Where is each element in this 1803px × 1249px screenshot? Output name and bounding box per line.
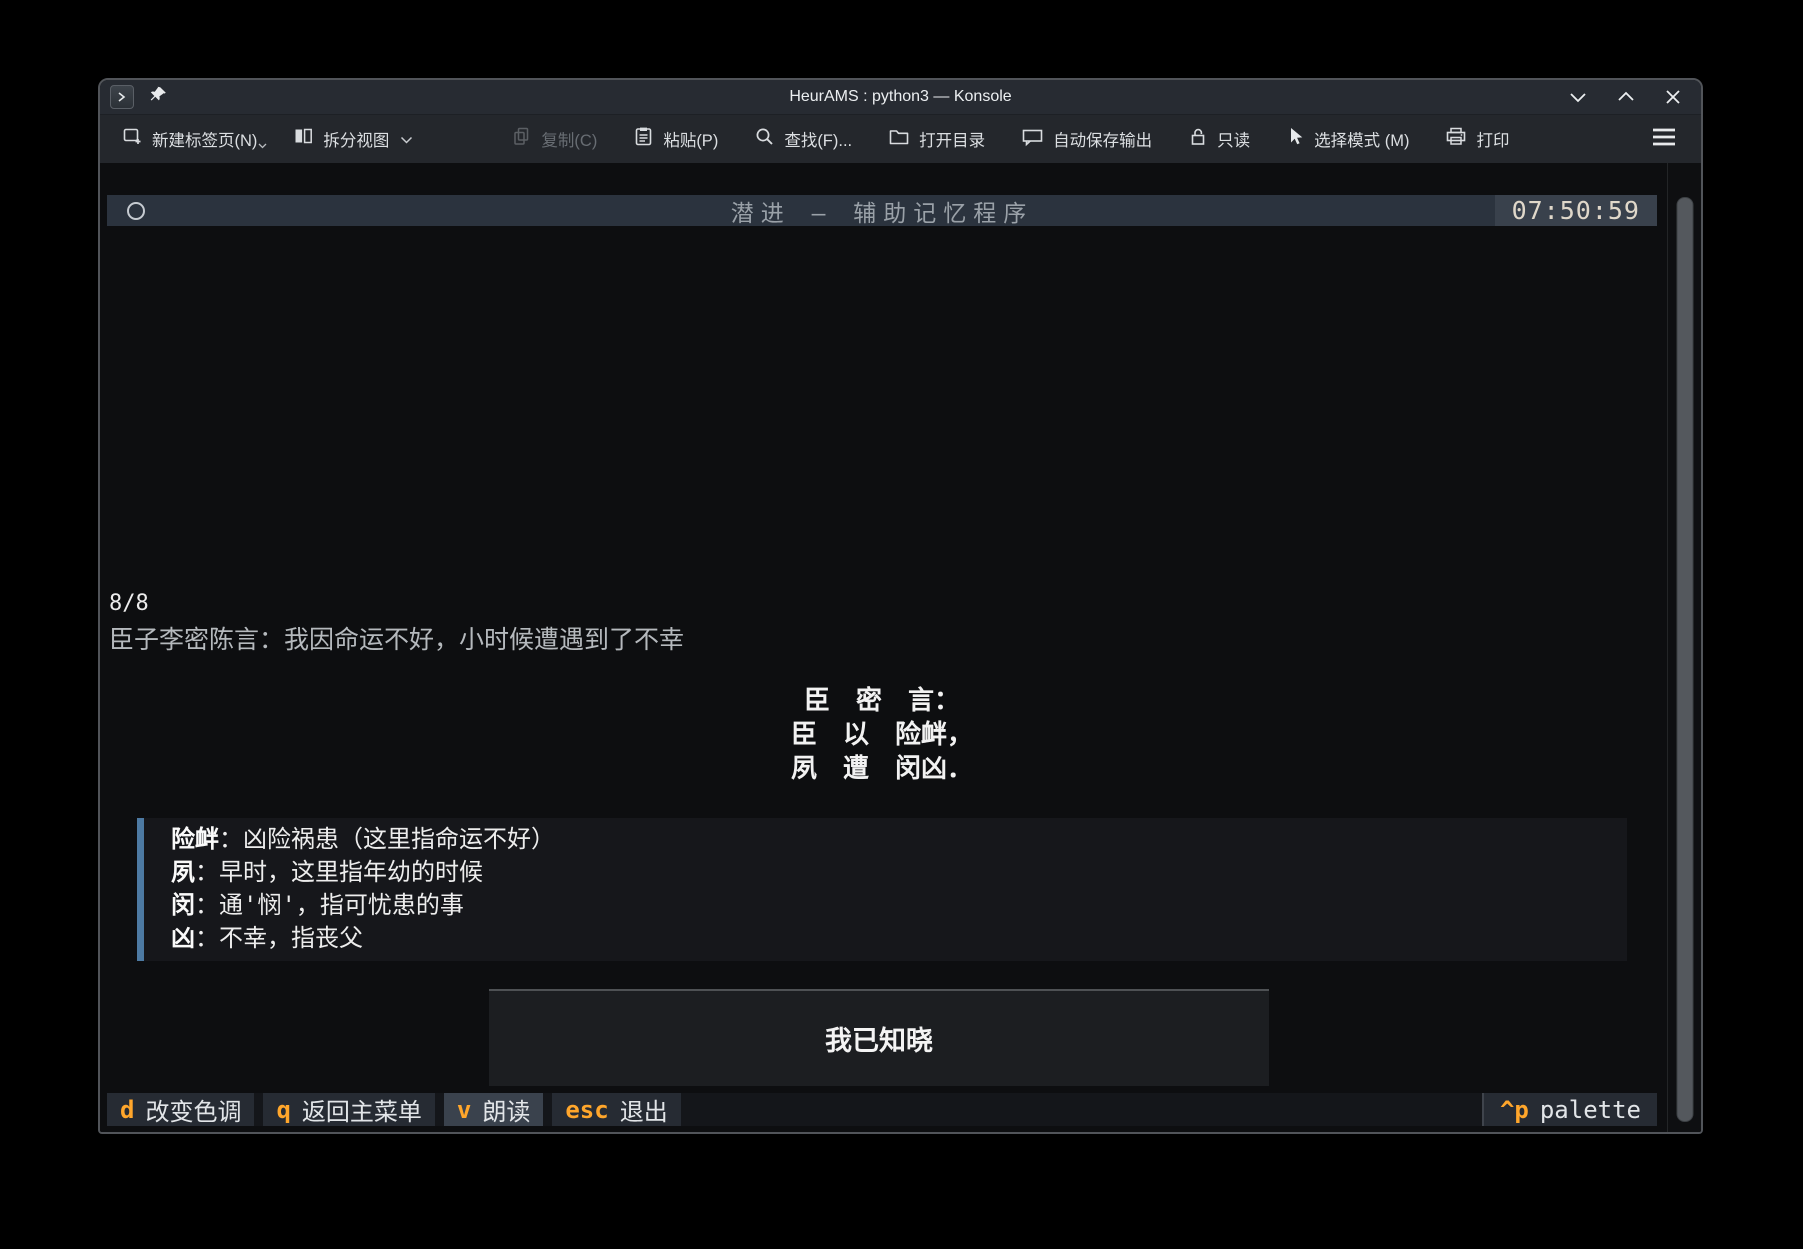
search-icon bbox=[754, 126, 775, 152]
find-label: 查找(F)... bbox=[784, 127, 852, 151]
tui-clock: 07:50:59 bbox=[1495, 195, 1657, 226]
cursor-arrow-icon bbox=[1286, 126, 1305, 152]
key-action-label: palette bbox=[1540, 1096, 1641, 1124]
printer-icon bbox=[1445, 126, 1467, 152]
output-bubble-icon bbox=[1021, 126, 1044, 152]
tui-header: 潜进 – 辅助记忆程序 07:50:59 bbox=[107, 195, 1657, 226]
print-button[interactable]: 打印 bbox=[1445, 126, 1509, 152]
key-label: v bbox=[457, 1096, 471, 1124]
annotation-desc: ：早时，这里指年幼的时候 bbox=[195, 858, 483, 886]
key-action-label: 返回主菜单 bbox=[302, 1092, 422, 1127]
annotation-desc: ：通'悯'，指可忧患的事 bbox=[195, 891, 464, 919]
find-button[interactable]: 查找(F)... bbox=[754, 126, 852, 152]
annotation-panel: 险衅：凶险祸患（这里指命运不好） 夙：早时，这里指年幼的时候 闵：通'悯'，指可… bbox=[137, 818, 1627, 961]
split-view-icon bbox=[293, 126, 314, 152]
paste-label: 粘贴(P) bbox=[663, 127, 718, 151]
annotation-term: 夙 bbox=[171, 858, 195, 886]
window-title: HeurAMS : python3 — Konsole bbox=[100, 88, 1701, 106]
window-controls bbox=[1569, 89, 1701, 105]
tui-header-title: 潜进 – 辅助记忆程序 bbox=[107, 194, 1657, 228]
screen: HeurAMS : python3 — Konsole 新建标签页(N) bbox=[0, 0, 1803, 1249]
key-label: esc bbox=[565, 1096, 608, 1124]
paste-icon bbox=[633, 126, 654, 152]
open-directory-button[interactable]: 打开目录 bbox=[888, 126, 985, 152]
scrollbar[interactable] bbox=[1667, 163, 1701, 1132]
split-view-label: 拆分视图 bbox=[323, 127, 389, 151]
scrollbar-thumb[interactable] bbox=[1676, 197, 1693, 1122]
verse-block: 臣 密 言： 臣 以 险衅， 夙 遭 闵凶． bbox=[107, 684, 1657, 786]
select-mode-button[interactable]: 选择模式 (M) bbox=[1286, 126, 1409, 152]
annotation-term: 闵 bbox=[171, 891, 195, 919]
translation-hint: 臣子李密陈言：我因命运不好，小时候遭遇到了不幸 bbox=[109, 620, 684, 656]
titlebar: HeurAMS : python3 — Konsole bbox=[100, 80, 1701, 114]
annotation-line: 夙：早时，这里指年幼的时候 bbox=[171, 856, 1617, 889]
keybinding-change-theme[interactable]: d 改变色调 bbox=[107, 1093, 254, 1126]
print-label: 打印 bbox=[1476, 127, 1509, 151]
key-action-label: 改变色调 bbox=[145, 1092, 241, 1127]
select-mode-label: 选择模式 (M) bbox=[1314, 127, 1409, 151]
copy-label: 复制(C) bbox=[541, 127, 597, 151]
copy-button[interactable]: 复制(C) bbox=[511, 126, 597, 152]
annotation-line: 闵：通'悯'，指可忧患的事 bbox=[171, 889, 1617, 922]
split-view-button[interactable]: 拆分视图 bbox=[293, 126, 413, 152]
keybinding-read-aloud[interactable]: v 朗读 bbox=[444, 1093, 543, 1126]
status-ring-icon bbox=[127, 202, 145, 220]
annotation-term: 险衅 bbox=[171, 825, 219, 853]
new-tab-button[interactable]: 新建标签页(N) bbox=[122, 126, 257, 152]
new-tab-label: 新建标签页(N) bbox=[152, 127, 257, 151]
keybinding-palette[interactable]: ^p palette bbox=[1482, 1093, 1657, 1126]
copy-icon bbox=[511, 126, 532, 152]
annotation-line: 凶：不幸，指丧父 bbox=[171, 922, 1617, 955]
paste-button[interactable]: 粘贴(P) bbox=[633, 126, 718, 152]
lock-icon bbox=[1188, 126, 1208, 152]
pin-icon[interactable] bbox=[148, 85, 168, 110]
new-tab-dropdown-icon[interactable] bbox=[258, 135, 267, 154]
read-only-button[interactable]: 只读 bbox=[1188, 126, 1250, 152]
terminal-view[interactable]: 潜进 – 辅助记忆程序 07:50:59 8/8 臣子李密陈言：我因命运不好，小… bbox=[100, 163, 1701, 1132]
folder-icon bbox=[888, 126, 910, 152]
open-directory-label: 打开目录 bbox=[919, 127, 985, 151]
key-label: q bbox=[276, 1096, 290, 1124]
split-view-dropdown-icon[interactable] bbox=[400, 130, 413, 149]
new-tab-icon bbox=[122, 126, 143, 152]
tui-app: 潜进 – 辅助记忆程序 07:50:59 8/8 臣子李密陈言：我因命运不好，小… bbox=[107, 163, 1657, 1132]
hamburger-menu-icon[interactable] bbox=[1651, 127, 1677, 152]
verse-line: 臣 以 险衅， bbox=[107, 718, 1657, 752]
autosave-output-button[interactable]: 自动保存输出 bbox=[1021, 126, 1152, 152]
verse-line: 夙 遭 闵凶． bbox=[107, 752, 1657, 786]
key-label: d bbox=[120, 1096, 134, 1124]
close-button[interactable] bbox=[1665, 89, 1681, 105]
read-only-label: 只读 bbox=[1217, 127, 1250, 151]
annotation-term: 凶 bbox=[171, 924, 195, 952]
progress-counter: 8/8 bbox=[109, 591, 149, 616]
key-label: ^p bbox=[1500, 1096, 1529, 1124]
acknowledge-button[interactable]: 我已知晓 bbox=[489, 989, 1269, 1086]
key-action-label: 朗读 bbox=[482, 1092, 530, 1127]
annotation-desc: ：不幸，指丧父 bbox=[195, 924, 363, 952]
verse-line: 臣 密 言： bbox=[107, 684, 1657, 718]
tui-footer: d 改变色调 q 返回主菜单 v 朗读 esc 退出 bbox=[107, 1093, 1657, 1126]
minimize-button[interactable] bbox=[1569, 91, 1587, 103]
keybinding-main-menu[interactable]: q 返回主菜单 bbox=[263, 1093, 434, 1126]
keybinding-exit[interactable]: esc 退出 bbox=[552, 1093, 680, 1126]
autosave-output-label: 自动保存输出 bbox=[1053, 127, 1152, 151]
toolbar: 新建标签页(N) 拆分视图 复制(C) bbox=[100, 114, 1701, 163]
annotation-line: 险衅：凶险祸患（这里指命运不好） bbox=[171, 823, 1617, 856]
maximize-button[interactable] bbox=[1617, 91, 1635, 103]
konsole-window: HeurAMS : python3 — Konsole 新建标签页(N) bbox=[98, 78, 1703, 1134]
titlebar-left bbox=[100, 85, 168, 110]
key-action-label: 退出 bbox=[620, 1092, 668, 1127]
terminal-tab-icon[interactable] bbox=[110, 85, 134, 109]
annotation-desc: ：凶险祸患（这里指命运不好） bbox=[219, 825, 555, 853]
